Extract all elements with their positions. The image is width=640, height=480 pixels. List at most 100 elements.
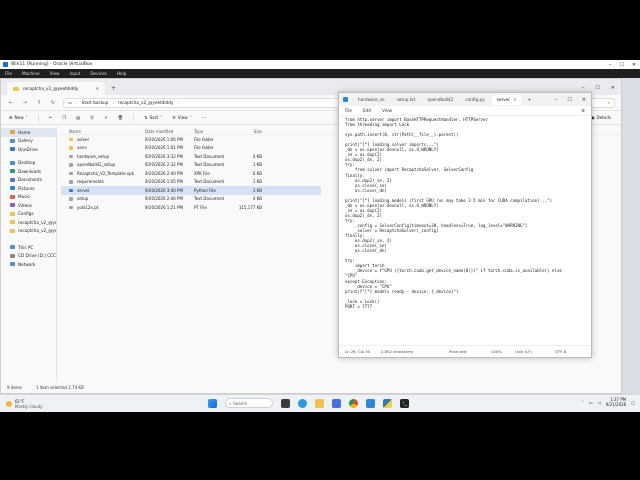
chrome-icon[interactable] xyxy=(349,398,358,408)
nav-item-documents[interactable]: Documents xyxy=(1,176,56,185)
task-view-icon[interactable] xyxy=(281,398,290,408)
refresh-icon[interactable]: ↻ xyxy=(49,100,57,106)
column-date[interactable]: Date modified xyxy=(145,129,194,134)
nav-item-onedrive[interactable]: OneDrive xyxy=(1,145,56,154)
explorer-maximize-icon[interactable]: ☐ xyxy=(595,85,599,91)
minimize-icon[interactable]: – xyxy=(609,62,612,68)
forward-icon[interactable]: → xyxy=(21,100,29,106)
vbox-menu-file[interactable]: File xyxy=(5,71,12,76)
column-name[interactable]: Name xyxy=(61,129,145,134)
maximize-icon[interactable]: ☐ xyxy=(619,62,623,68)
notepad-taskbar-icon[interactable] xyxy=(366,398,375,408)
nav-item-cd-drive-d-cccc[interactable]: CD Drive (D:) CCCC xyxy=(1,252,56,261)
file-icon xyxy=(69,171,73,175)
weather-widget[interactable]: 61°F Mostly cloudy xyxy=(0,399,150,409)
nav-item-videos[interactable]: Videos xyxy=(1,201,56,210)
taskbar-search[interactable]: ⌕ Search xyxy=(225,398,273,408)
more-icon[interactable]: ··· xyxy=(202,115,206,120)
vbox-menu-input[interactable]: Input xyxy=(69,71,80,76)
breadcrumb-item[interactable]: recaptcha_v2_@yeetdiddy xyxy=(118,100,173,105)
new-button[interactable]: ⊕ New ˅ xyxy=(9,115,28,120)
close-icon[interactable]: ✕ xyxy=(632,62,636,68)
breadcrumb-item[interactable]: Start backup xyxy=(82,100,109,105)
column-size[interactable]: Size xyxy=(234,129,262,134)
notepad-editor[interactable]: from http.server import BaseHTTPRequestH… xyxy=(339,116,591,345)
notepad-menu-view[interactable]: View xyxy=(382,108,392,113)
notepad-tab[interactable]: setup.txt xyxy=(392,95,421,105)
nav-item-label: Pictures xyxy=(18,185,35,191)
folder-icon xyxy=(13,86,19,91)
chevron-up-icon[interactable]: ˄ xyxy=(582,400,584,405)
paste-icon[interactable]: ▤ xyxy=(76,115,80,120)
notepad-minimize-icon[interactable]: – xyxy=(555,97,558,103)
edge-icon[interactable] xyxy=(298,398,307,408)
file-row[interactable]: hardware_setup 9/20/2026 3:32 PM Text Docu… xyxy=(61,152,321,161)
nav-item-recaptcha-v2-yee[interactable]: recaptcha_v2_@yee xyxy=(1,227,56,236)
new-tab-icon[interactable]: + xyxy=(527,97,531,102)
notepad-menu-edit[interactable]: Edit xyxy=(363,108,371,113)
clock[interactable]: 1:37 PM 9/21/2026 xyxy=(606,397,627,407)
copy-icon[interactable]: ❐ xyxy=(62,115,66,120)
nav-item-this-pc[interactable]: This PC xyxy=(1,243,56,252)
volume-icon[interactable]: ◁ xyxy=(598,400,601,405)
file-row[interactable]: server 9/20/2026 3:40 PM Python File 3 KB xyxy=(61,186,321,195)
file-name: setup xyxy=(77,196,89,202)
delete-icon[interactable]: 🗑 xyxy=(118,115,123,121)
back-icon[interactable]: ← xyxy=(7,100,15,106)
notification-icon[interactable]: ▢ xyxy=(631,400,635,405)
nav-item-gallery[interactable]: Gallery xyxy=(1,137,56,146)
nav-item-home[interactable]: Home xyxy=(1,128,56,137)
nav-item-pictures[interactable]: Pictures xyxy=(1,184,56,193)
file-name: yolo12x.pt xyxy=(77,204,99,210)
notepad-close-icon[interactable]: ✕ xyxy=(582,97,586,103)
column-type[interactable]: Type xyxy=(194,129,234,134)
notepad-menu-file[interactable]: File xyxy=(345,108,352,113)
vbox-menu-devices[interactable]: Devices xyxy=(90,71,107,76)
view-button[interactable]: ≡ View ˅ xyxy=(172,115,192,120)
file-row[interactable]: opendball42_setup 9/20/2026 2:32 PM Text D… xyxy=(61,161,321,170)
new-tab-icon[interactable]: + xyxy=(111,85,116,92)
vbox-menu-view[interactable]: View xyxy=(50,71,60,76)
sort-button[interactable]: ⇅ Sort ˅ xyxy=(144,115,162,120)
explorer-close-icon[interactable]: ✕ xyxy=(611,85,615,91)
notepad-tab[interactable]: config.py xyxy=(460,95,489,105)
explorer-tab[interactable]: recaptcha_v2_@yeetdiddy ✕ xyxy=(7,82,105,95)
vbox-menu-machine[interactable]: Machine xyxy=(22,71,40,76)
file-explorer-icon[interactable] xyxy=(315,398,324,408)
file-icon xyxy=(69,180,73,184)
start-icon[interactable] xyxy=(208,398,217,408)
network-icon[interactable]: ▭ xyxy=(589,400,593,405)
explorer-minimize-icon[interactable]: – xyxy=(582,85,585,91)
line-ending: Unix (LF) xyxy=(515,349,532,354)
navigation-pane: Home Gallery OneDrive Desktop Downloads Docum… xyxy=(1,126,57,382)
nav-item-configs[interactable]: Configs xyxy=(1,210,56,219)
python-icon[interactable] xyxy=(383,398,392,408)
notepad-tab[interactable]: server ✕ xyxy=(491,94,522,105)
file-row[interactable]: requirements 9/20/2026 1:05 PM Text Docume… xyxy=(61,178,321,187)
vbox-menu-help[interactable]: Help xyxy=(117,71,127,76)
gear-icon[interactable]: ⚙ xyxy=(581,108,585,113)
file-row[interactable]: yolo12x.pt 9/20/2026 1:21 PM PT File 115,17… xyxy=(61,203,321,212)
share-icon[interactable]: ⇪ xyxy=(104,115,108,120)
terminal-icon[interactable]: ›_ xyxy=(400,398,409,408)
up-icon[interactable]: ↑ xyxy=(35,100,43,106)
cut-icon[interactable]: ✂ xyxy=(49,115,53,120)
notepad-tab[interactable]: opendball42 xyxy=(422,95,458,105)
nav-item-recaptcha-v2-yee[interactable]: recaptcha_v2_@yee xyxy=(1,218,56,227)
details-button[interactable]: ▣ Details xyxy=(591,115,612,120)
nav-item-desktop[interactable]: Desktop xyxy=(1,159,56,168)
rename-icon[interactable]: Ⓐ xyxy=(90,115,94,121)
notepad-tab[interactable]: hardware_se xyxy=(353,95,390,105)
folder-icon xyxy=(10,177,15,182)
nav-item-music[interactable]: Music xyxy=(1,193,56,202)
file-row[interactable]: venv 9/20/2026 1:01 PM File folder xyxy=(61,144,321,153)
nav-item-network[interactable]: Network xyxy=(1,260,56,269)
file-row[interactable]: Recaptcha_V2_Template.xpk 9/20/2026 2:40 … xyxy=(61,169,321,178)
tab-close-icon[interactable]: ✕ xyxy=(513,97,517,102)
tab-close-icon[interactable]: ✕ xyxy=(95,86,99,91)
nav-item-downloads[interactable]: Downloads xyxy=(1,167,56,176)
store-icon[interactable] xyxy=(332,398,341,408)
notepad-maximize-icon[interactable]: ☐ xyxy=(567,97,571,103)
file-row[interactable]: solver 9/20/2026 1:06 PM File folder xyxy=(61,135,321,144)
file-row[interactable]: setup 9/20/2026 2:46 PM Text Document 4 KB xyxy=(61,195,321,204)
